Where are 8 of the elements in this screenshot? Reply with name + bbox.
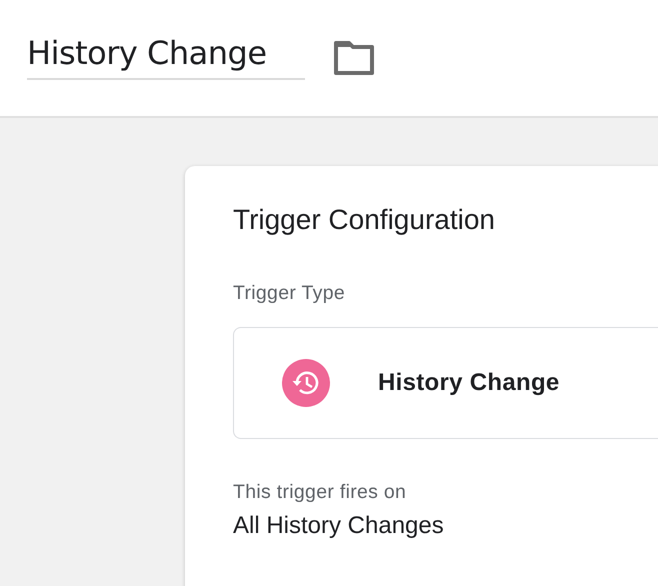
card-title: Trigger Configuration [233, 204, 496, 236]
folder-icon[interactable] [333, 40, 375, 76]
trigger-type-selector[interactable]: History Change [233, 327, 658, 439]
history-icon [282, 359, 330, 407]
trigger-type-label: Trigger Type [233, 282, 346, 305]
name-field[interactable]: History Change [27, 34, 305, 80]
fires-on-value: All History Changes [233, 512, 445, 540]
fires-on-label: This trigger fires on [233, 481, 408, 504]
